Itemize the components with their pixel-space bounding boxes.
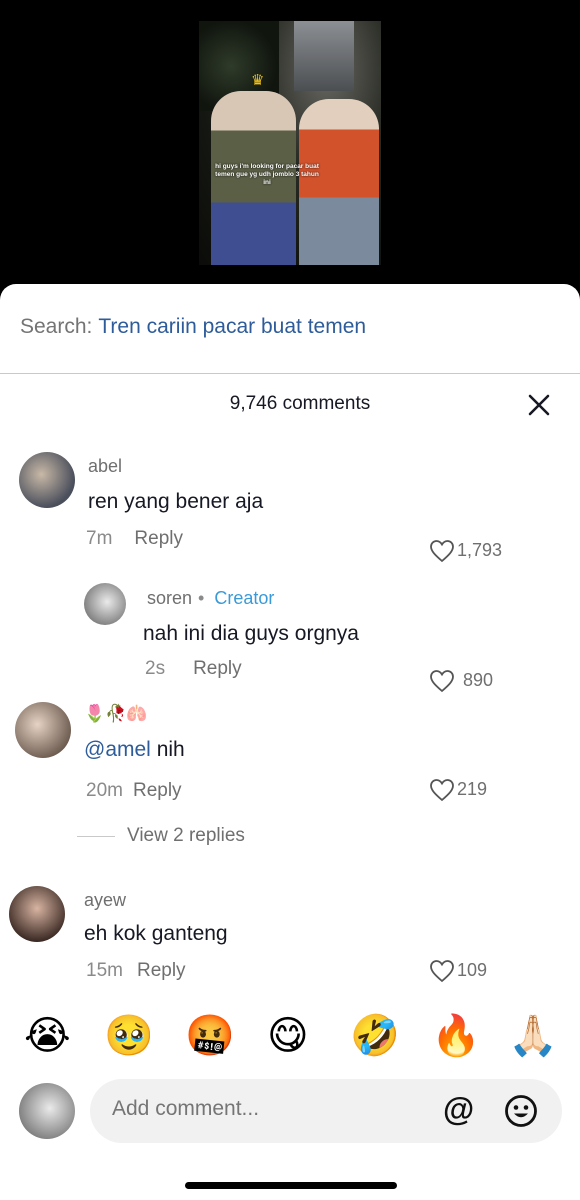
emoji-loudly-crying[interactable]: 😭	[24, 1012, 71, 1060]
reply-button[interactable]: Reply	[193, 658, 242, 679]
heart-icon	[430, 670, 454, 693]
like-count: 219	[457, 778, 488, 799]
comments-sheet: Search: Tren cariin pacar buat temen 9,74…	[0, 284, 580, 1200]
comment-composer: @	[90, 1079, 562, 1143]
comment-text: eh kok ganteng	[84, 922, 228, 945]
crown-icon: ♛	[251, 72, 265, 89]
comment-input[interactable]	[112, 1097, 412, 1121]
like-count: 1,793	[457, 539, 503, 560]
like-button[interactable]: 109	[429, 959, 487, 983]
like-count: 890	[463, 669, 494, 690]
comment-time: 15m	[86, 960, 123, 981]
comment-text: nah ini dia guys orgnya	[143, 622, 359, 645]
comment-meta: 2s Reply	[145, 658, 242, 680]
creator-badge: Creator	[214, 588, 275, 608]
avatar[interactable]	[19, 452, 75, 508]
emoji-fire[interactable]: 🔥	[431, 1012, 481, 1060]
avatar[interactable]	[15, 702, 71, 758]
mention-link[interactable]: @amel	[84, 738, 151, 761]
emoji-rofl[interactable]: 🤣	[350, 1012, 400, 1060]
comment-username[interactable]: 🌷🥀🫁	[84, 704, 148, 724]
search-suggestion[interactable]: Search: Tren cariin pacar buat temen	[20, 315, 366, 339]
comment-meta: 7m Reply	[86, 528, 183, 550]
video-thumbnail[interactable]: ♛ hi guys i'm looking for pacar buat tem…	[199, 21, 381, 265]
comment-text-row: @amel nih	[84, 738, 185, 762]
comment-meta: 20m Reply	[86, 780, 182, 802]
like-count: 109	[457, 959, 488, 980]
replies-line	[77, 836, 115, 837]
mention-icon[interactable]: @	[443, 1091, 474, 1128]
view-replies-button[interactable]: View 2 replies	[127, 825, 245, 847]
reply-button[interactable]: Reply	[137, 960, 186, 981]
search-term[interactable]: Tren cariin pacar buat temen	[98, 315, 366, 338]
comment-text: nih	[156, 738, 185, 761]
heart-icon	[430, 960, 454, 983]
search-label: Search:	[20, 315, 93, 338]
home-indicator	[185, 1182, 397, 1189]
close-icon[interactable]	[526, 392, 552, 418]
background-building	[294, 21, 354, 91]
comment-time: 20m	[86, 780, 123, 801]
comment-username-row: soren • Creator	[147, 588, 274, 609]
avatar[interactable]	[9, 886, 65, 942]
comment-time: 7m	[86, 528, 113, 549]
avatar[interactable]	[84, 583, 126, 625]
separator-dot: •	[198, 588, 205, 608]
comment-username[interactable]: soren	[147, 588, 192, 608]
comment-username[interactable]: ayew	[84, 890, 126, 911]
like-button[interactable]: 1,793	[429, 539, 502, 563]
reply-button[interactable]: Reply	[133, 780, 182, 801]
divider	[0, 373, 580, 374]
comment-count: 9,746 comments	[229, 393, 371, 414]
heart-icon	[430, 540, 454, 563]
emoji-pleading[interactable]: 🥹	[104, 1012, 154, 1060]
comment-text: ren yang bener aja	[88, 490, 264, 513]
comment-time: 2s	[145, 658, 166, 679]
video-caption: hi guys i'm looking for pacar buat temen…	[215, 163, 319, 186]
emoji-yum[interactable]: 😋	[267, 1012, 309, 1060]
emoji-cursing[interactable]: 🤬	[185, 1012, 235, 1060]
like-button[interactable]: 890	[429, 669, 493, 693]
reply-button[interactable]: Reply	[134, 528, 183, 549]
emoji-picker-icon[interactable]	[504, 1094, 538, 1128]
heart-icon	[430, 779, 454, 802]
my-avatar[interactable]	[19, 1083, 75, 1139]
emoji-pray[interactable]: 🙏🏻	[508, 1012, 558, 1060]
comment-meta: 15m Reply	[86, 960, 186, 982]
comment-username[interactable]: abel	[88, 456, 122, 477]
like-button[interactable]: 219	[429, 778, 487, 802]
